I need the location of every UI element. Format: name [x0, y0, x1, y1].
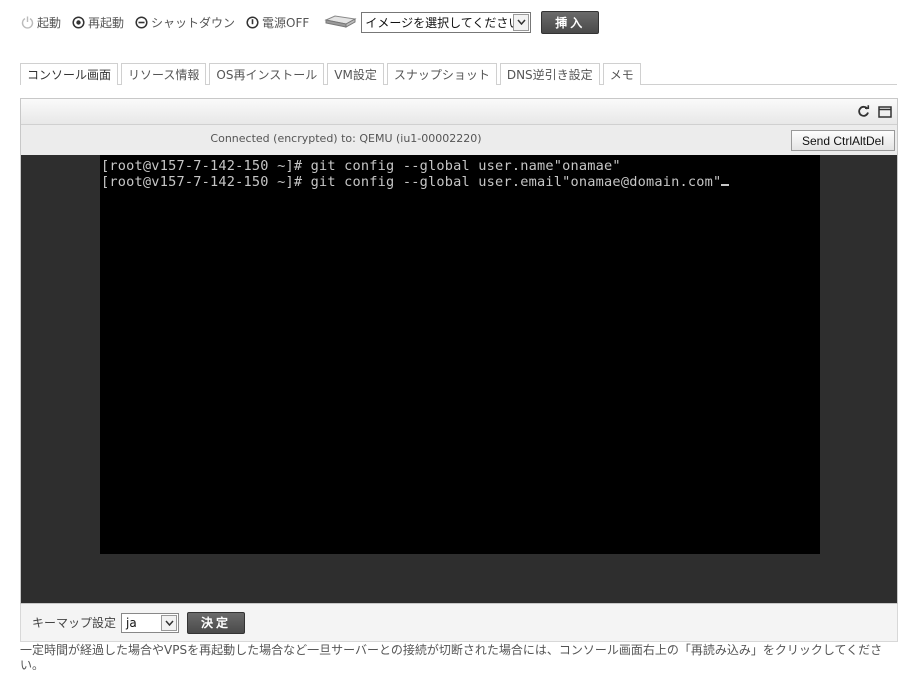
start-label: 起動 [37, 15, 62, 30]
iso-select-value: イメージを選択してください [365, 15, 521, 30]
vm-console-screen[interactable]: [root@v157-7-142-150 ~]# git config --gl… [100, 155, 820, 554]
tab-snapshot[interactable]: スナップショット [386, 63, 497, 85]
shutdown-label: シャットダウン [151, 15, 236, 30]
tab-resource-info[interactable]: リソース情報 [121, 63, 207, 85]
console-toolbar [21, 99, 897, 125]
tab-vm-settings[interactable]: VM設定 [327, 63, 384, 85]
disc-drive-icon [323, 13, 357, 31]
tab-dns-reverse[interactable]: DNS逆引き設定 [499, 63, 600, 85]
keymap-bar: キーマップ設定 ja 決定 [20, 604, 898, 642]
apply-keymap-button[interactable]: 決定 [187, 611, 246, 634]
send-ctrl-alt-del-button[interactable]: Send CtrlAltDel [791, 130, 895, 151]
poweroff-label: 電源OFF [262, 15, 310, 30]
tab-os-reinstall[interactable]: OS再インストール [209, 63, 325, 85]
keymap-select[interactable]: ja [121, 612, 180, 633]
insert-button[interactable]: 挿入 [541, 10, 600, 34]
terminal-cursor [721, 175, 730, 186]
chevron-down-icon [513, 13, 530, 31]
reload-icon[interactable] [857, 105, 870, 118]
restart-button[interactable]: 再起動 [71, 14, 124, 31]
keymap-select-value: ja [126, 615, 137, 630]
iso-image-select[interactable]: イメージを選択してください [361, 11, 532, 33]
terminal-line: [root@v157-7-142-150 ~]# git config --gl… [101, 174, 820, 190]
console-panel: Connected (encrypted) to: QEMU (iu1-0000… [20, 98, 898, 604]
connection-status-row: Connected (encrypted) to: QEMU (iu1-0000… [21, 125, 897, 155]
restart-label: 再起動 [88, 15, 125, 30]
shutdown-icon [134, 15, 148, 29]
fullscreen-icon[interactable] [878, 105, 892, 118]
terminal-line: [root@v157-7-142-150 ~]# git config --gl… [101, 158, 621, 174]
poweroff-icon [245, 15, 259, 29]
reconnect-note: 一定時間が経過した場合やVPSを再起動した場合など一旦サーバーとの接続が切断され… [20, 643, 883, 672]
start-button[interactable]: 起動 [20, 14, 61, 31]
poweroff-button[interactable]: 電源OFF [245, 14, 309, 31]
tab-memo[interactable]: メモ [602, 63, 641, 85]
chevron-down-icon [161, 614, 178, 631]
power-icon [20, 15, 34, 29]
keymap-label: キーマップ設定 [32, 616, 117, 630]
tab-console[interactable]: コンソール画面 [20, 63, 119, 85]
tab-bar: コンソール画面 リソース情報 OS再インストール VM設定 スナップショット D… [20, 63, 897, 85]
power-controls: 起動 再起動 シャットダウン 電源OFF イメージを選択してください 挿入 [20, 10, 600, 34]
shutdown-button[interactable]: シャットダウン [134, 14, 235, 31]
connection-status: Connected (encrypted) to: QEMU (iu1-0000… [210, 132, 482, 145]
terminal-line-text: [root@v157-7-142-150 ~]# git config --gl… [101, 174, 722, 190]
restart-icon [71, 15, 85, 29]
